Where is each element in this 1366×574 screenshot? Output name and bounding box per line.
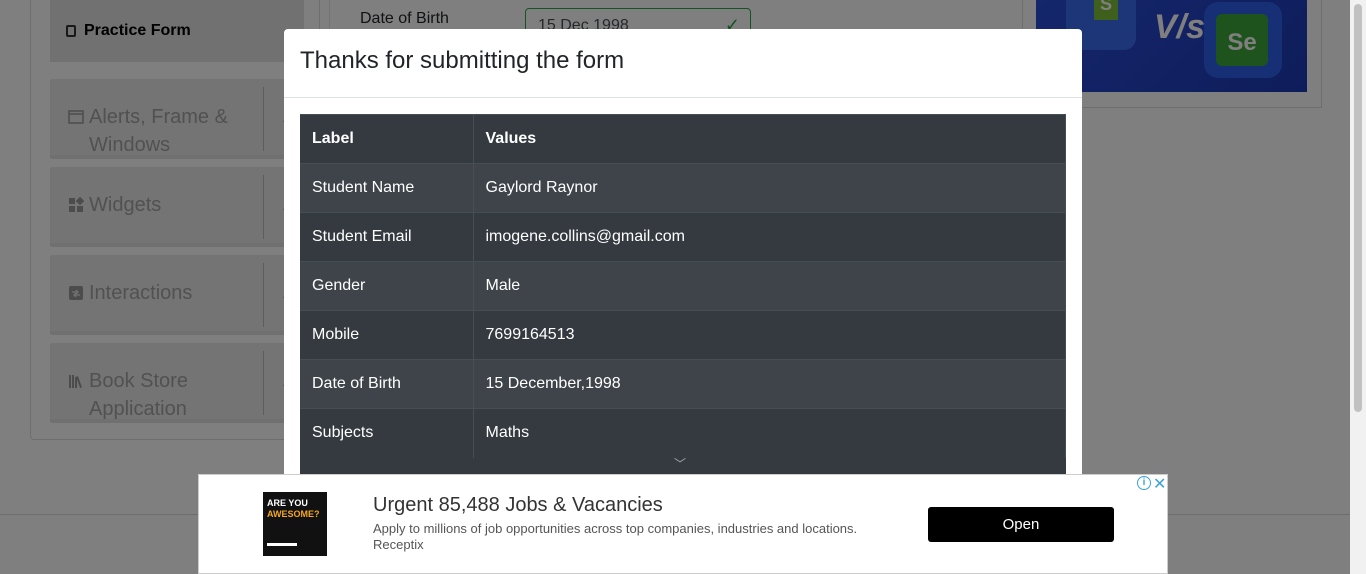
row-label: Student Email bbox=[300, 212, 474, 262]
row-label: Gender bbox=[300, 261, 474, 311]
table-row: Student Email imogene.collins@gmail.com bbox=[300, 212, 1066, 262]
modal-header: Thanks for submitting the form bbox=[284, 29, 1082, 98]
row-label: Date of Birth bbox=[300, 359, 474, 409]
column-header-label: Label bbox=[300, 114, 474, 164]
ad-description: Apply to millions of job opportunities a… bbox=[373, 521, 858, 536]
ad-image-text: ARE YOU bbox=[267, 498, 308, 508]
close-icon[interactable]: ✕ bbox=[1153, 474, 1166, 494]
scrollbar[interactable] bbox=[1350, 0, 1366, 574]
ad-source: Receptix bbox=[373, 537, 424, 552]
row-label: Subjects bbox=[300, 408, 474, 458]
modal-title: Thanks for submitting the form bbox=[300, 47, 625, 74]
table-row: Mobile 7699164513 bbox=[300, 310, 1066, 360]
table-row: Date of Birth 15 December,1998 bbox=[300, 359, 1066, 409]
ad-image-text: AWESOME? bbox=[267, 509, 320, 519]
ad-image-bar bbox=[267, 543, 297, 546]
row-value: imogene.collins@gmail.com bbox=[473, 212, 1066, 262]
scrollbar-thumb[interactable] bbox=[1354, 4, 1362, 412]
table-row: Gender Male bbox=[300, 261, 1066, 311]
table-row: Subjects Maths bbox=[300, 408, 1066, 458]
submission-table: Label Values Student Name Gaylord Raynor… bbox=[300, 114, 1066, 458]
row-label: Student Name bbox=[300, 163, 474, 213]
row-value: 15 December,1998 bbox=[473, 359, 1066, 409]
chevron-down-icon[interactable]: ﹀ bbox=[674, 455, 686, 472]
ad-title[interactable]: Urgent 85,488 Jobs & Vacancies bbox=[373, 494, 663, 517]
table-row: Student Name Gaylord Raynor bbox=[300, 163, 1066, 213]
column-header-values: Values bbox=[473, 114, 1066, 164]
row-value: Male bbox=[473, 261, 1066, 311]
row-value: Gaylord Raynor bbox=[473, 163, 1066, 213]
submission-modal: Thanks for submitting the form Label Val… bbox=[284, 29, 1082, 499]
ad-open-button[interactable]: Open bbox=[928, 507, 1114, 542]
table-header-row: Label Values bbox=[300, 114, 1066, 164]
info-icon[interactable]: i bbox=[1137, 476, 1151, 490]
row-value: 7699164513 bbox=[473, 310, 1066, 360]
ad-image[interactable]: ARE YOU AWESOME? bbox=[263, 492, 327, 556]
bottom-ad[interactable]: ARE YOU AWESOME? Urgent 85,488 Jobs & Va… bbox=[198, 474, 1168, 574]
row-label: Mobile bbox=[300, 310, 474, 360]
row-value: Maths bbox=[473, 408, 1066, 458]
